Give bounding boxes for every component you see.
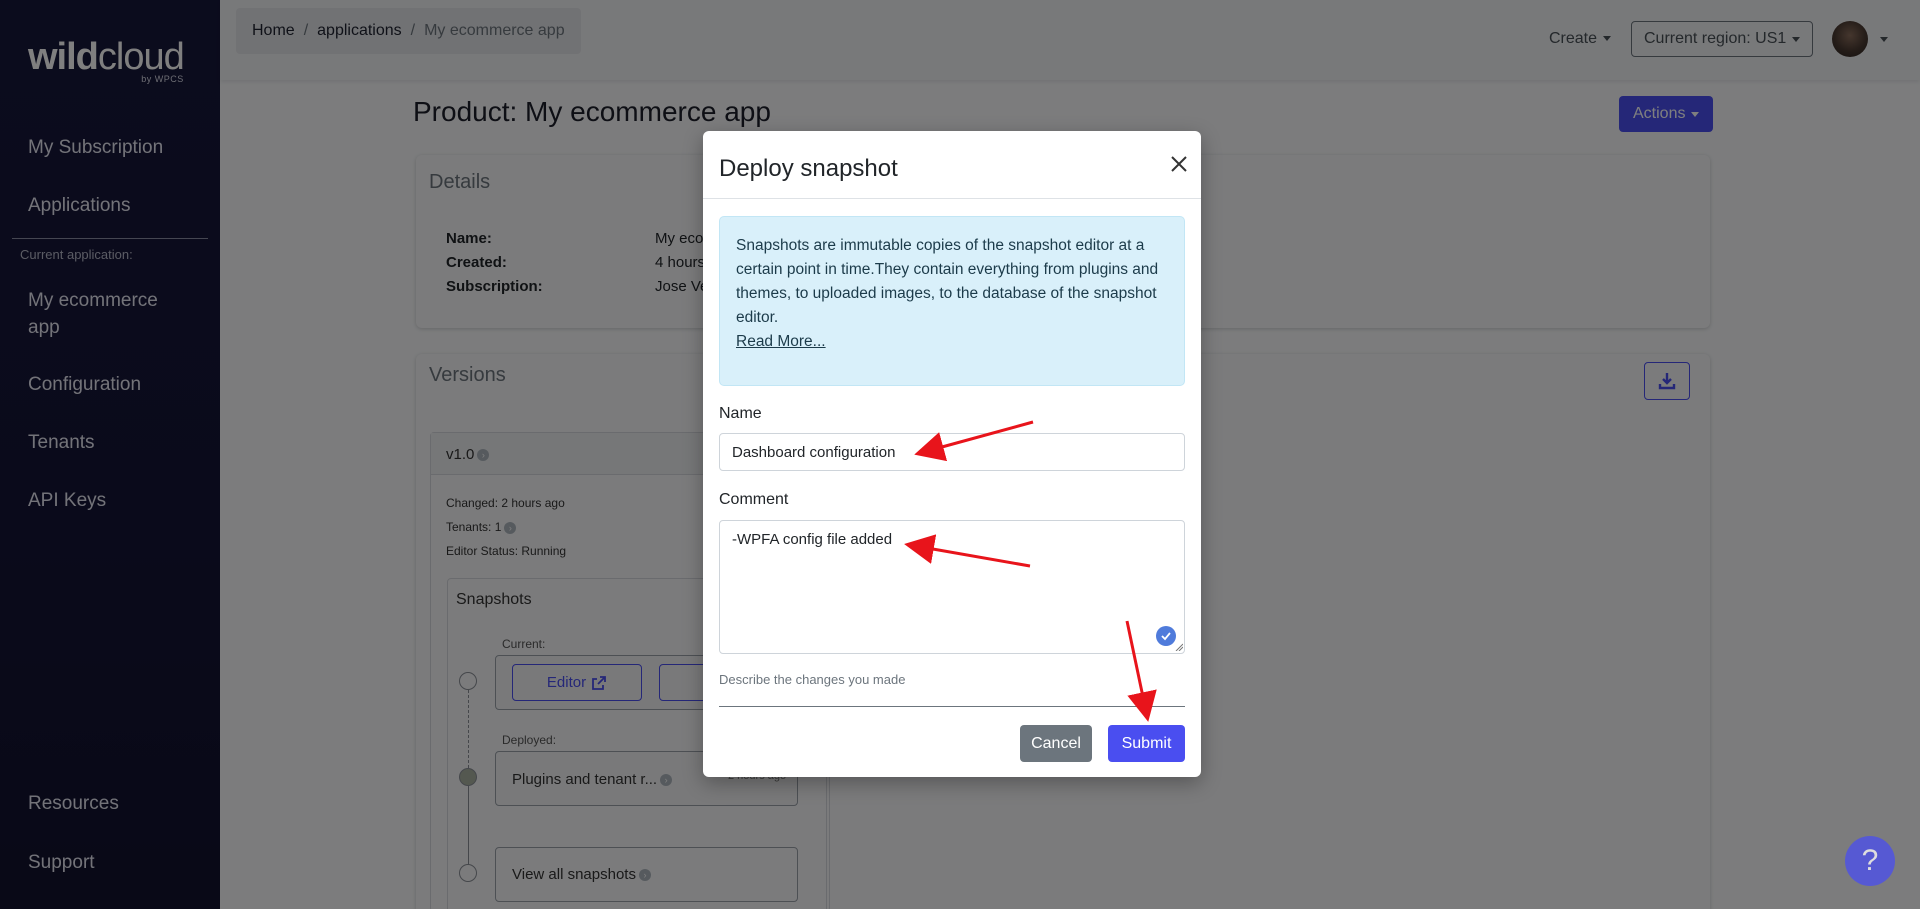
question-icon: ? xyxy=(1861,844,1879,877)
name-input-value: Dashboard configuration xyxy=(732,443,896,461)
modal-header-divider xyxy=(703,198,1201,199)
close-button[interactable] xyxy=(1167,152,1191,176)
comment-help-text: Describe the changes you made xyxy=(719,672,906,687)
comment-field-label: Comment xyxy=(719,491,789,508)
name-input[interactable]: Dashboard configuration xyxy=(719,433,1185,471)
modal-title: Deploy snapshot xyxy=(719,155,898,182)
deploy-snapshot-modal: Deploy snapshot Snapshots are immutable … xyxy=(703,131,1201,777)
close-icon xyxy=(1171,156,1187,172)
modal-footer-divider xyxy=(719,706,1185,707)
submit-button[interactable]: Submit xyxy=(1108,725,1185,762)
alert-text: Snapshots are immutable copies of the sn… xyxy=(736,237,1159,326)
help-button[interactable]: ? xyxy=(1845,836,1895,886)
read-more-link[interactable]: Read More... xyxy=(736,333,826,350)
cancel-button[interactable]: Cancel xyxy=(1020,725,1092,762)
resize-handle-icon[interactable] xyxy=(1175,643,1183,651)
name-field-label: Name xyxy=(719,405,762,422)
comment-textarea-value: -WPFA config file added xyxy=(732,531,893,548)
info-alert: Snapshots are immutable copies of the sn… xyxy=(719,216,1185,386)
checkmark-icon xyxy=(1156,626,1176,646)
comment-textarea[interactable]: -WPFA config file added xyxy=(719,520,1185,654)
